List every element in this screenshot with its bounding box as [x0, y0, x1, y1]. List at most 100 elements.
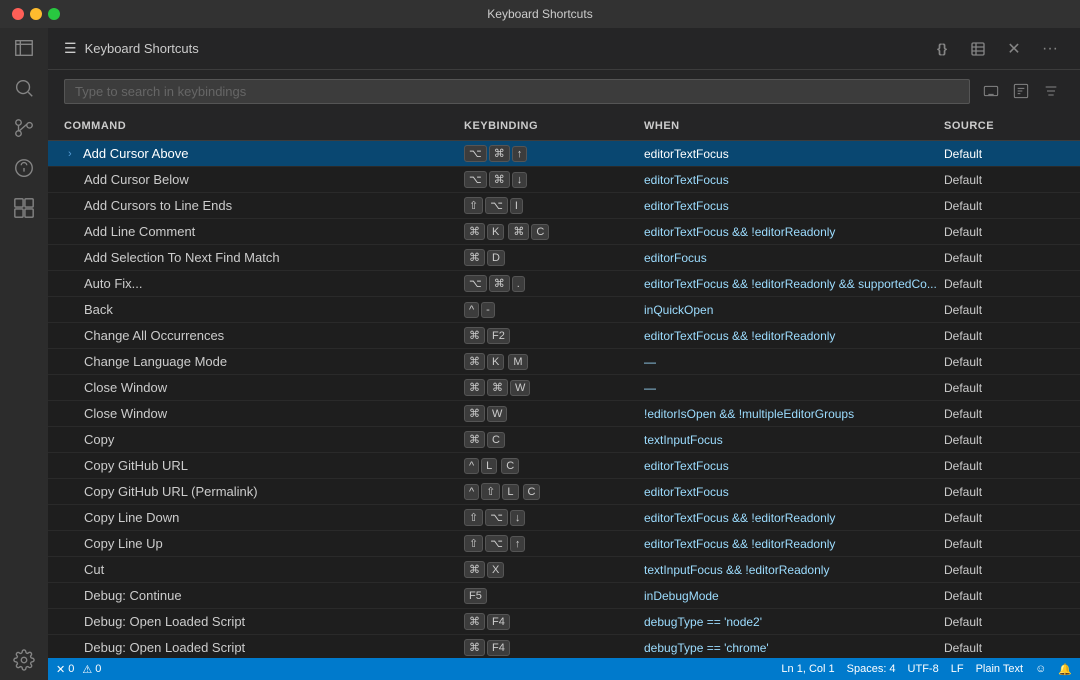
table-row[interactable]: Debug: ContinueF5inDebugModeDefault — [48, 583, 1080, 609]
table-row[interactable]: Debug: Open Loaded Script⌘F4debugType ==… — [48, 609, 1080, 635]
source-cell: Default — [944, 589, 1064, 603]
table-row[interactable]: Change Language Mode⌘K M—Default — [48, 349, 1080, 375]
cursor-position[interactable]: Ln 1, Col 1 — [781, 663, 834, 675]
table-row[interactable]: Debug: Open Loaded Script⌘F4debugType ==… — [48, 635, 1080, 658]
window-title: Keyboard Shortcuts — [487, 7, 592, 21]
search-right-icons — [978, 78, 1064, 104]
source-cell: Default — [944, 615, 1064, 629]
command-header: Command — [64, 116, 464, 136]
source-cell: Default — [944, 459, 1064, 473]
table-row[interactable]: Close Window⌘⌘W—Default — [48, 375, 1080, 401]
main-content: ☰ Keyboard Shortcuts {} ✕ ··· — [48, 28, 1080, 680]
command-text: Auto Fix... — [84, 276, 143, 291]
table-row[interactable]: Copy GitHub URL^L CeditorTextFocusDefaul… — [48, 453, 1080, 479]
warning-icon: ⚠ — [82, 663, 92, 676]
search-input[interactable] — [64, 79, 970, 104]
when-header: When — [644, 116, 944, 136]
when-cell: editorTextFocus — [644, 485, 944, 499]
close-button[interactable] — [12, 8, 24, 20]
table-row[interactable]: Cut⌘XtextInputFocus && !editorReadonlyDe… — [48, 557, 1080, 583]
keybinding-cell: ⌘F4 — [464, 639, 644, 656]
source-control-activity-icon[interactable] — [12, 116, 36, 140]
command-text: Add Cursor Above — [83, 146, 189, 161]
table-row[interactable]: Copy GitHub URL (Permalink)^⇧L CeditorTe… — [48, 479, 1080, 505]
open-keybindings-json-button[interactable]: {} — [928, 35, 956, 63]
command-text: Add Line Comment — [84, 224, 195, 239]
warning-status[interactable]: ⚠ 0 — [82, 663, 101, 676]
command-text: Debug: Open Loaded Script — [84, 640, 245, 655]
keybindings-table[interactable]: Command Keybinding When Source ›Add Curs… — [48, 112, 1080, 658]
error-count: 0 — [68, 663, 74, 675]
table-row[interactable]: Add Selection To Next Find Match⌘Deditor… — [48, 245, 1080, 271]
status-left: ✕ 0 ⚠ 0 — [56, 663, 101, 676]
command-text: Copy GitHub URL (Permalink) — [84, 484, 258, 499]
error-status[interactable]: ✕ 0 — [56, 663, 74, 676]
when-cell: editorTextFocus && !editorReadonly && su… — [644, 277, 944, 291]
debug-activity-icon[interactable] — [12, 156, 36, 180]
table-header: Command Keybinding When Source — [48, 112, 1080, 141]
keybinding-cell: ⌥⌘↑ — [464, 145, 644, 162]
keybinding-header: Keybinding — [464, 116, 644, 136]
table-row[interactable]: Copy⌘CtextInputFocusDefault — [48, 427, 1080, 453]
table-row[interactable]: Back^-inQuickOpenDefault — [48, 297, 1080, 323]
table-row[interactable]: Change All Occurrences⌘F2editorTextFocus… — [48, 323, 1080, 349]
table-row[interactable]: Close Window⌘W!editorIsOpen && !multiple… — [48, 401, 1080, 427]
table-row[interactable]: Add Cursors to Line Ends⇧⌥IeditorTextFoc… — [48, 193, 1080, 219]
minimize-button[interactable] — [30, 8, 42, 20]
source-cell: Default — [944, 537, 1064, 551]
search-bar — [48, 70, 1080, 112]
table-row[interactable]: Add Cursor Below⌥⌘↓editorTextFocusDefaul… — [48, 167, 1080, 193]
table-row[interactable]: Copy Line Up⇧⌥↑editorTextFocus && !edito… — [48, 531, 1080, 557]
keybinding-cell: ⌘W — [464, 405, 644, 422]
source-header: Source — [944, 116, 1064, 136]
panel-header-actions: {} ✕ ··· — [928, 35, 1064, 63]
command-text: Close Window — [84, 380, 167, 395]
keybinding-cell: ⌘K M — [464, 353, 644, 370]
search-activity-icon[interactable] — [12, 76, 36, 100]
command-text: Back — [84, 302, 113, 317]
table-row[interactable]: Auto Fix...⌥⌘.editorTextFocus && !editor… — [48, 271, 1080, 297]
smiley-icon[interactable]: ☺ — [1035, 663, 1046, 675]
keybinding-cell: F5 — [464, 588, 644, 604]
when-cell: editorFocus — [644, 251, 944, 265]
when-cell: editorTextFocus — [644, 459, 944, 473]
spaces[interactable]: Spaces: 4 — [847, 663, 896, 675]
source-cell: Default — [944, 355, 1064, 369]
extensions-activity-icon[interactable] — [12, 196, 36, 220]
more-actions-button[interactable]: ··· — [1036, 35, 1064, 63]
maximize-button[interactable] — [48, 8, 60, 20]
titlebar: Keyboard Shortcuts — [0, 0, 1080, 28]
when-cell: !editorIsOpen && !multipleEditorGroups — [644, 407, 944, 421]
source-cell: Default — [944, 303, 1064, 317]
source-cell: Default — [944, 433, 1064, 447]
table-row[interactable]: Add Line Comment⌘K ⌘CeditorTextFocus && … — [48, 219, 1080, 245]
panel-header: ☰ Keyboard Shortcuts {} ✕ ··· — [48, 28, 1080, 70]
filter-icon-btn[interactable] — [1038, 78, 1064, 104]
encoding[interactable]: UTF-8 — [908, 663, 939, 675]
close-panel-button[interactable]: ✕ — [1000, 35, 1028, 63]
search-input-wrapper — [64, 79, 970, 104]
sort-by-key-button[interactable] — [964, 35, 992, 63]
row-indicator: › — [68, 148, 80, 160]
source-cell: Default — [944, 199, 1064, 213]
warning-count: 0 — [95, 663, 101, 675]
when-cell: editorTextFocus && !editorReadonly — [644, 537, 944, 551]
sort-icon-btn[interactable] — [1008, 78, 1034, 104]
status-bar: ✕ 0 ⚠ 0 Ln 1, Col 1 Spaces: 4 UTF-8 LF P… — [48, 658, 1080, 680]
source-cell: Default — [944, 641, 1064, 655]
line-ending[interactable]: LF — [951, 663, 964, 675]
settings-activity-icon[interactable] — [12, 648, 36, 672]
explorer-activity-icon[interactable] — [12, 36, 36, 60]
command-text: Change Language Mode — [84, 354, 227, 369]
command-text: Debug: Open Loaded Script — [84, 614, 245, 629]
source-cell: Default — [944, 225, 1064, 239]
when-cell: editorTextFocus && !editorReadonly — [644, 329, 944, 343]
table-row[interactable]: Copy Line Down⇧⌥↓editorTextFocus && !edi… — [48, 505, 1080, 531]
table-row[interactable]: ›Add Cursor Above⌥⌘↑editorTextFocusDefau… — [48, 141, 1080, 167]
notifications-icon[interactable]: 🔔 — [1058, 663, 1072, 676]
when-cell: textInputFocus — [644, 433, 944, 447]
language-mode[interactable]: Plain Text — [976, 663, 1024, 675]
when-cell: inDebugMode — [644, 589, 944, 603]
window-controls[interactable] — [12, 8, 60, 20]
keyboard-icon-btn[interactable] — [978, 78, 1004, 104]
